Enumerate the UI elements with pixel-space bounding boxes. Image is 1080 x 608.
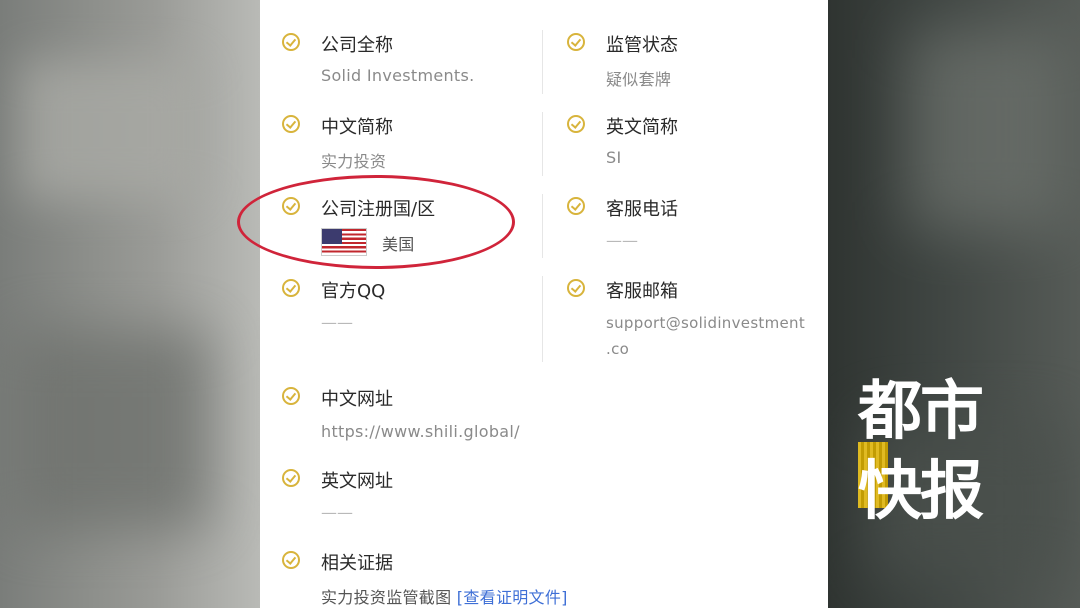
background-blur-shape (20, 60, 200, 200)
field-value-official-qq: —— (321, 313, 353, 332)
column-divider (542, 194, 543, 258)
check-circle-icon (567, 33, 585, 51)
check-circle-icon (282, 551, 300, 569)
background-blur-shape (10, 330, 210, 530)
watermark-line2: 快报 (858, 455, 984, 529)
dushi-kuaibao-watermark-logo: 都市 快报 (858, 360, 1018, 529)
field-label-chinese-website: 中文网址 (321, 389, 393, 410)
check-circle-icon (282, 387, 300, 405)
field-label-company-full-name: 公司全称 (321, 35, 393, 56)
view-proof-document-link[interactable]: [查看证明文件] (457, 588, 568, 607)
field-label-service-phone: 客服电话 (606, 199, 678, 220)
column-divider (542, 30, 543, 94)
blurred-background-left (0, 0, 260, 608)
field-value-service-phone: —— (606, 231, 638, 250)
background-blur-shape (908, 30, 1068, 230)
check-circle-icon (282, 33, 300, 51)
field-value-chinese-short-name: 实力投资 (321, 152, 387, 171)
check-circle-icon (282, 279, 300, 297)
company-info-card: 公司全称 Solid Investments. 监管状态 疑似套牌 中文简称 实… (260, 0, 828, 608)
field-value-english-website: —— (321, 503, 353, 522)
check-circle-icon (567, 279, 585, 297)
field-value-service-email-line1[interactable]: support@solidinvestment (606, 314, 805, 332)
field-value-english-short-name: SI (606, 148, 622, 167)
field-label-official-qq: 官方QQ (321, 281, 386, 302)
field-value-service-email-line2[interactable]: .co (606, 340, 629, 358)
field-label-chinese-short-name: 中文简称 (321, 117, 393, 138)
field-label-evidence: 相关证据 (321, 553, 393, 574)
check-circle-icon (282, 469, 300, 487)
field-value-regulatory-status: 疑似套牌 (606, 70, 672, 89)
field-value-company-full-name: Solid Investments. (321, 66, 475, 85)
field-label-service-email: 客服邮箱 (606, 281, 678, 302)
field-value-chinese-website[interactable]: https://www.shili.global/ (321, 422, 520, 441)
highlight-ellipse (237, 175, 515, 269)
column-divider (542, 276, 543, 362)
watermark-line1: 都市 (858, 375, 984, 449)
field-label-english-website: 英文网址 (321, 471, 393, 492)
field-label-english-short-name: 英文简称 (606, 117, 678, 138)
field-label-regulatory-status: 监管状态 (606, 35, 678, 56)
field-value-evidence: 实力投资监管截图 [查看证明文件] (321, 584, 568, 608)
column-divider (542, 112, 543, 176)
evidence-text: 实力投资监管截图 (321, 588, 452, 607)
check-circle-icon (567, 115, 585, 133)
check-circle-icon (282, 115, 300, 133)
check-circle-icon (567, 197, 585, 215)
